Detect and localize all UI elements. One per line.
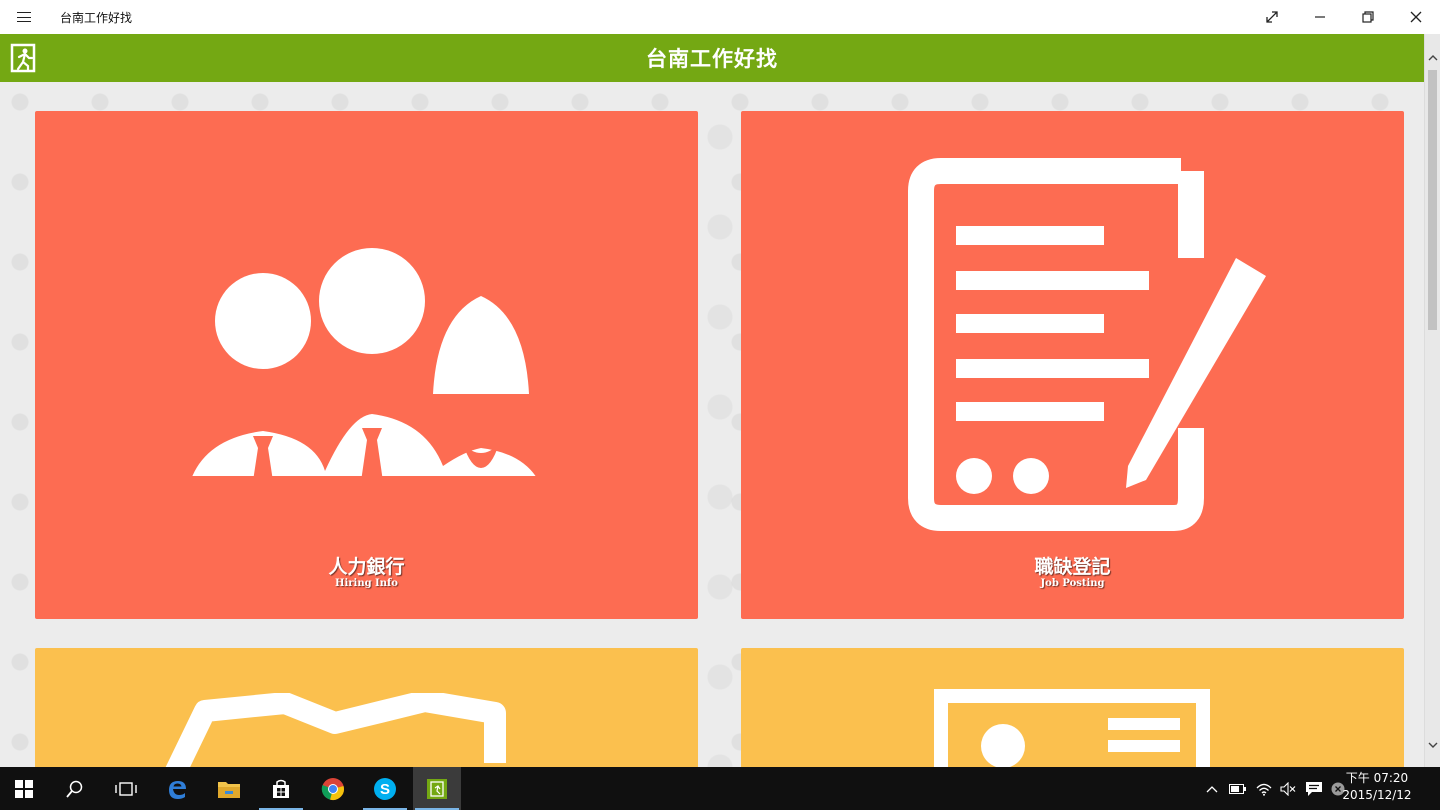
network-indicator[interactable] bbox=[1252, 767, 1276, 810]
expand-icon bbox=[1266, 11, 1278, 23]
clock-time: 下午 07:20 bbox=[1345, 771, 1409, 785]
tile-caption: 人力銀行 Hiring Info bbox=[35, 556, 698, 590]
chevron-up-icon bbox=[1428, 55, 1438, 61]
hamburger-icon bbox=[17, 12, 31, 22]
wifi-icon bbox=[1256, 783, 1272, 796]
action-center-button[interactable] bbox=[1302, 767, 1326, 810]
task-view-button[interactable] bbox=[102, 767, 150, 810]
restore-button[interactable] bbox=[1344, 0, 1392, 34]
tile-job-posting[interactable]: 職缺登記 Job Posting bbox=[741, 111, 1404, 619]
volume-indicator[interactable] bbox=[1276, 767, 1300, 810]
scroll-down-button[interactable] bbox=[1425, 737, 1440, 753]
folder-icon bbox=[218, 781, 240, 798]
tile-title-zh: 職缺登記 bbox=[1034, 556, 1111, 578]
battery-icon bbox=[1229, 783, 1246, 794]
scrollbar-thumb[interactable] bbox=[1428, 70, 1437, 330]
svg-text:S: S bbox=[380, 781, 390, 798]
chevron-up-icon bbox=[1206, 785, 1218, 792]
taskbar: S 下午 07:20 2015/12/12 bbox=[0, 767, 1440, 810]
chevron-down-icon bbox=[1428, 742, 1438, 748]
id-card-icon bbox=[934, 689, 1210, 767]
clock-date: 2015/12/12 bbox=[1342, 788, 1412, 802]
tray-overflow-button[interactable] bbox=[1200, 767, 1224, 810]
file-explorer-button[interactable] bbox=[205, 767, 253, 810]
window-controls bbox=[1248, 0, 1440, 34]
minimize-button[interactable] bbox=[1296, 0, 1344, 34]
notification-icon bbox=[1306, 781, 1322, 796]
search-button[interactable] bbox=[51, 767, 99, 810]
tile-title-en: Job Posting bbox=[1040, 578, 1105, 589]
skype-icon: S bbox=[374, 777, 396, 800]
app-title: 台南工作好找 bbox=[646, 47, 778, 71]
close-button[interactable] bbox=[1392, 0, 1440, 34]
tile-handshake[interactable] bbox=[35, 648, 698, 767]
close-icon bbox=[1410, 11, 1422, 23]
tile-caption: 職缺登記 Job Posting bbox=[741, 556, 1404, 590]
handshake-icon bbox=[165, 693, 506, 767]
tainan-job-app-button[interactable] bbox=[413, 767, 461, 810]
scroll-up-button[interactable] bbox=[1425, 50, 1440, 66]
tile-id-card[interactable] bbox=[741, 648, 1404, 767]
tile-title-zh: 人力銀行 bbox=[328, 556, 405, 578]
restore-icon bbox=[1362, 11, 1374, 23]
tile-hiring-info[interactable]: 人力銀行 Hiring Info bbox=[35, 111, 698, 619]
fullscreen-button[interactable] bbox=[1248, 0, 1296, 34]
start-button[interactable] bbox=[0, 767, 48, 810]
task-view-icon bbox=[115, 781, 137, 796]
app-exit-icon bbox=[427, 778, 447, 799]
window-title: 台南工作好找 bbox=[60, 10, 133, 25]
exit-logo-icon[interactable] bbox=[10, 43, 38, 73]
tile-grid: 人力銀行 Hiring Info 職缺登記 Job Posting bbox=[0, 82, 1424, 767]
battery-indicator[interactable] bbox=[1226, 767, 1250, 810]
store-icon bbox=[273, 779, 289, 798]
chrome-button[interactable] bbox=[309, 767, 357, 810]
chrome-icon bbox=[321, 777, 344, 800]
app-header: 台南工作好找 bbox=[0, 34, 1424, 82]
edge-browser-button[interactable] bbox=[153, 767, 201, 810]
speaker-muted-icon bbox=[1280, 781, 1296, 796]
hamburger-menu-button[interactable] bbox=[0, 0, 48, 34]
window-title-bar: 台南工作好找 bbox=[0, 0, 1440, 34]
clock[interactable]: 下午 07:20 2015/12/12 bbox=[1342, 770, 1412, 804]
store-button[interactable] bbox=[257, 767, 305, 810]
tile-title-en: Hiring Info bbox=[335, 578, 398, 589]
search-icon bbox=[66, 780, 83, 798]
edge-icon bbox=[169, 780, 186, 799]
windows-logo-icon bbox=[15, 779, 33, 798]
people-icon bbox=[192, 248, 536, 476]
vertical-scrollbar[interactable] bbox=[1424, 34, 1440, 767]
minimize-icon bbox=[1315, 16, 1325, 18]
document-pen-icon bbox=[908, 158, 1266, 531]
skype-button[interactable]: S bbox=[361, 767, 409, 810]
